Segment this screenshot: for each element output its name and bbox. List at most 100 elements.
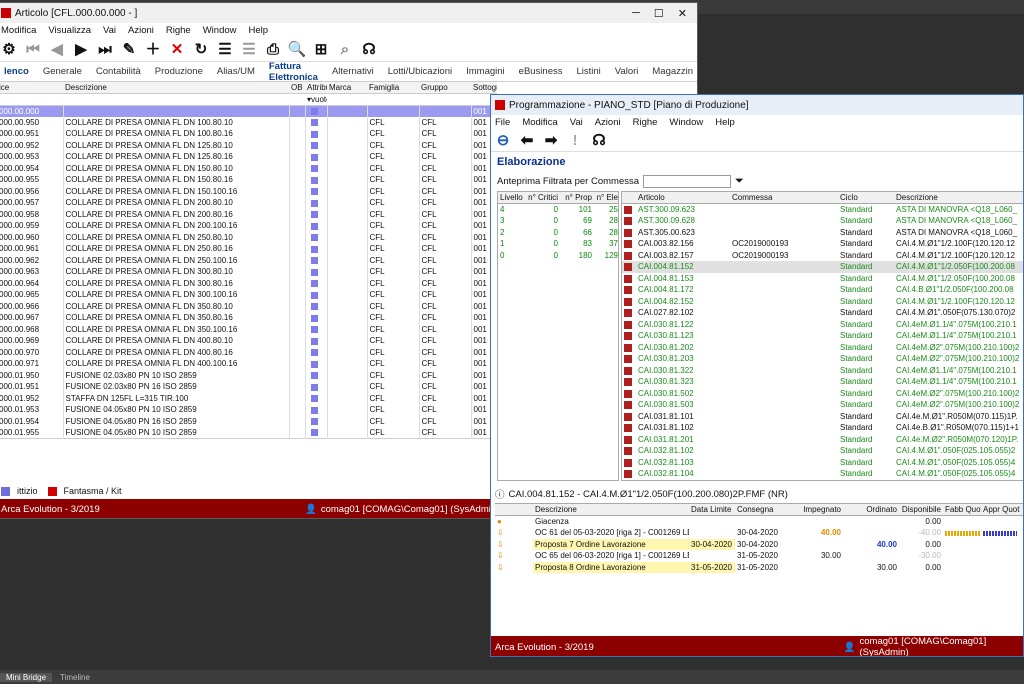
table-row[interactable]: 000.00.951 COLLARE DI PRESA OMNIA FL DN 1…: [0, 128, 497, 140]
col-header[interactable]: Sottogruppo: [471, 82, 497, 94]
table-row[interactable]: 000.01.950 FUSIONE 02.03x80 PN 10 ISO 285…: [0, 369, 497, 381]
article-row[interactable]: CAI.030.81.323 Standard CAI.4eM.Ø1.1/4".07…: [622, 376, 1023, 388]
article-row[interactable]: CAI.030.81.122 Standard CAI.4eM.Ø1.1/4".07…: [622, 319, 1023, 331]
article-row[interactable]: CAI.030.81.503 Standard CAI.4eM.Ø2".075M(1…: [622, 399, 1023, 411]
table-row[interactable]: 000.00.969 COLLARE DI PRESA OMNIA FL DN 4…: [0, 335, 497, 347]
maximize-icon[interactable]: ☐: [654, 7, 664, 20]
filter-cell[interactable]: [327, 94, 367, 106]
tab[interactable]: Produzione: [148, 66, 210, 77]
article-row[interactable]: CAI.030.81.202 Standard CAI.4eM.Ø2".075M(1…: [622, 342, 1023, 354]
level-row[interactable]: 0 0 180 129: [498, 250, 618, 262]
table-row[interactable]: 000.00.956 COLLARE DI PRESA OMNIA FL DN 1…: [0, 185, 497, 197]
col-header[interactable]: Data Limite: [689, 504, 735, 516]
table-row[interactable]: 000.00.970 COLLARE DI PRESA OMNIA FL DN 4…: [0, 346, 497, 358]
article-row[interactable]: CAI.004.81.172 Standard CAI.4.B.Ø1"1/2.050…: [622, 284, 1023, 296]
col-header[interactable]: Disponibile: [899, 504, 943, 516]
menu-item[interactable]: File: [495, 117, 510, 128]
article-row[interactable]: AST.300.09.628 Standard ASTA DI MANOVRA <Q…: [622, 215, 1023, 227]
commessa-filter-input[interactable]: [643, 174, 732, 188]
menu-item[interactable]: Modifica: [522, 117, 557, 128]
menu-item[interactable]: Azioni: [128, 25, 154, 36]
tab[interactable]: Contabilità: [89, 66, 148, 77]
menu-item[interactable]: Righe: [166, 25, 191, 36]
col-header[interactable]: Descrizione: [894, 192, 1023, 204]
tab[interactable]: Alias/UM: [210, 66, 262, 77]
col-header[interactable]: Marca: [327, 82, 367, 94]
table-row[interactable]: 000.00.954 COLLARE DI PRESA OMNIA FL DN 1…: [0, 162, 497, 174]
table-row[interactable]: 000.00.000 001: [0, 105, 497, 117]
article-row[interactable]: CAI.031.81.201 Standard CAI.4e.M.Ø2".R050M…: [622, 434, 1023, 446]
table-row[interactable]: 000.00.958 COLLARE DI PRESA OMNIA FL DN 2…: [0, 208, 497, 220]
table-row[interactable]: 000.00.967 COLLARE DI PRESA OMNIA FL DN 3…: [0, 312, 497, 324]
article-row[interactable]: CAI.031.81.102 Standard CAI.4e.B.Ø1".R050M…: [622, 422, 1023, 434]
article-row[interactable]: CAI.027.82.102 Standard CAI.4.M.Ø1".050F(0…: [622, 307, 1023, 319]
article-row[interactable]: CAI.004.82.152 Standard CAI.4.M.Ø1"1/2.100…: [622, 296, 1023, 308]
table-row[interactable]: 000.00.964 COLLARE DI PRESA OMNIA FL DN 3…: [0, 277, 497, 289]
level-row[interactable]: 2 0 66 28: [498, 227, 618, 239]
alert-icon[interactable]: !: [565, 131, 585, 151]
article-row[interactable]: CAI.031.81.101 Standard CAI.4e.M.Ø1".R050M…: [622, 411, 1023, 423]
col-header[interactable]: Commessa: [730, 192, 838, 204]
col-header[interactable]: Fabb Quot: [943, 504, 981, 516]
tab[interactable]: Alternativi: [325, 66, 381, 77]
article-row[interactable]: CAI.030.81.203 Standard CAI.4eM.Ø2".075M(1…: [622, 353, 1023, 365]
menu-item[interactable]: Modifica: [1, 25, 36, 36]
menu-item[interactable]: Vai: [570, 117, 583, 128]
first-record-icon[interactable]: ⏮: [23, 40, 43, 60]
table-row[interactable]: 000.00.953 COLLARE DI PRESA OMNIA FL DN 1…: [0, 151, 497, 163]
table-row[interactable]: 000.00.950 COLLARE DI PRESA OMNIA FL DN 1…: [0, 116, 497, 128]
filter-cell[interactable]: [289, 94, 305, 106]
article-row[interactable]: CAI.030.81.322 Standard CAI.4eM.Ø1.1/4".07…: [622, 365, 1023, 377]
table-row[interactable]: 000.00.961 COLLARE DI PRESA OMNIA FL DN 2…: [0, 243, 497, 255]
detail-row[interactable]: ⇩ Proposta 8 Ordine Lavorazione 31-05-2020…: [495, 561, 1023, 573]
table-row[interactable]: 000.00.965 COLLARE DI PRESA OMNIA FL DN 3…: [0, 289, 497, 301]
col-header[interactable]: Attribu: [305, 82, 327, 94]
table-row[interactable]: 000.01.951 FUSIONE 02.03x80 PN 16 ISO 285…: [0, 381, 497, 393]
col-header[interactable]: Livello: [498, 192, 524, 204]
col-header[interactable]: Ciclo: [838, 192, 894, 204]
tab[interactable]: eBusiness: [512, 66, 570, 77]
bottom-tab[interactable]: Timeline: [54, 673, 96, 682]
article-row[interactable]: CAI.032.81.123 StandardCAI.4.M.Ø1".1/4".0…: [622, 480, 1023, 481]
filter-cell[interactable]: [419, 94, 471, 106]
article-row[interactable]: CAI.003.82.156 OC2019000193 Standard CAI.4.…: [622, 238, 1023, 250]
menu-item[interactable]: Window: [203, 25, 237, 36]
next-record-icon[interactable]: ▶: [71, 40, 91, 60]
gear-icon[interactable]: ⚙: [0, 40, 19, 60]
tab[interactable]: Valori: [608, 66, 646, 77]
filter-cell[interactable]: [0, 94, 63, 106]
table-row[interactable]: 000.00.952 COLLARE DI PRESA OMNIA FL DN 1…: [0, 139, 497, 151]
tree-icon[interactable]: ⊞: [311, 40, 331, 60]
table-row[interactable]: 000.00.963 COLLARE DI PRESA OMNIA FL DN 3…: [0, 266, 497, 278]
col-header[interactable]: Consegna: [735, 504, 785, 516]
col-header[interactable]: OB: [289, 82, 305, 94]
back-circle-icon[interactable]: ⊖: [493, 131, 513, 151]
menu-item[interactable]: Help: [715, 117, 735, 128]
edit-icon[interactable]: ✎: [119, 40, 139, 60]
filter-cell[interactable]: [63, 94, 289, 106]
preview-icon[interactable]: 🔍: [287, 40, 307, 60]
attributo-filter[interactable]: ▾vuoto: [305, 94, 327, 106]
article-row[interactable]: CAI.004.81.153 Standard CAI.4.M.Ø1"1/2.050…: [622, 273, 1023, 285]
tab[interactable]: lenco: [0, 66, 36, 77]
col-header[interactable]: n° Ele: [594, 192, 618, 204]
article-row[interactable]: CAI.030.81.123 Standard CAI.4eM.Ø1.1/4".07…: [622, 330, 1023, 342]
col-header[interactable]: Descrizione: [533, 504, 689, 516]
col-header[interactable]: Famiglia: [367, 82, 419, 94]
refresh-icon[interactable]: ↻: [191, 40, 211, 60]
col-header[interactable]: Articolo: [636, 192, 730, 204]
table-row[interactable]: 000.00.971 COLLARE DI PRESA OMNIA FL DN 4…: [0, 358, 497, 370]
menu-item[interactable]: Azioni: [595, 117, 621, 128]
level-row[interactable]: 1 0 83 37: [498, 238, 618, 250]
table-row[interactable]: 000.01.952 STAFFA DN 125FL L=315 TIR.100 C…: [0, 392, 497, 404]
arrow-left-icon[interactable]: ⬅: [517, 131, 537, 151]
tab[interactable]: Immagini: [459, 66, 512, 77]
table-row[interactable]: 000.00.962 COLLARE DI PRESA OMNIA FL DN 2…: [0, 254, 497, 266]
detail-row[interactable]: ⇩ Proposta 7 Ordine Lavorazione 30-04-2020…: [495, 538, 1023, 550]
detail-row[interactable]: ● Giacenza 0.00: [495, 516, 1023, 528]
menu-item[interactable]: Window: [669, 117, 703, 128]
article-row[interactable]: CAI.032.81.104 Standard CAI.4.M.Ø1".050F(0…: [622, 468, 1023, 480]
level-row[interactable]: 3 0 69 28: [498, 215, 618, 227]
col-header[interactable]: n° Critici: [524, 192, 560, 204]
table-row[interactable]: 000.00.957 COLLARE DI PRESA OMNIA FL DN 2…: [0, 197, 497, 209]
